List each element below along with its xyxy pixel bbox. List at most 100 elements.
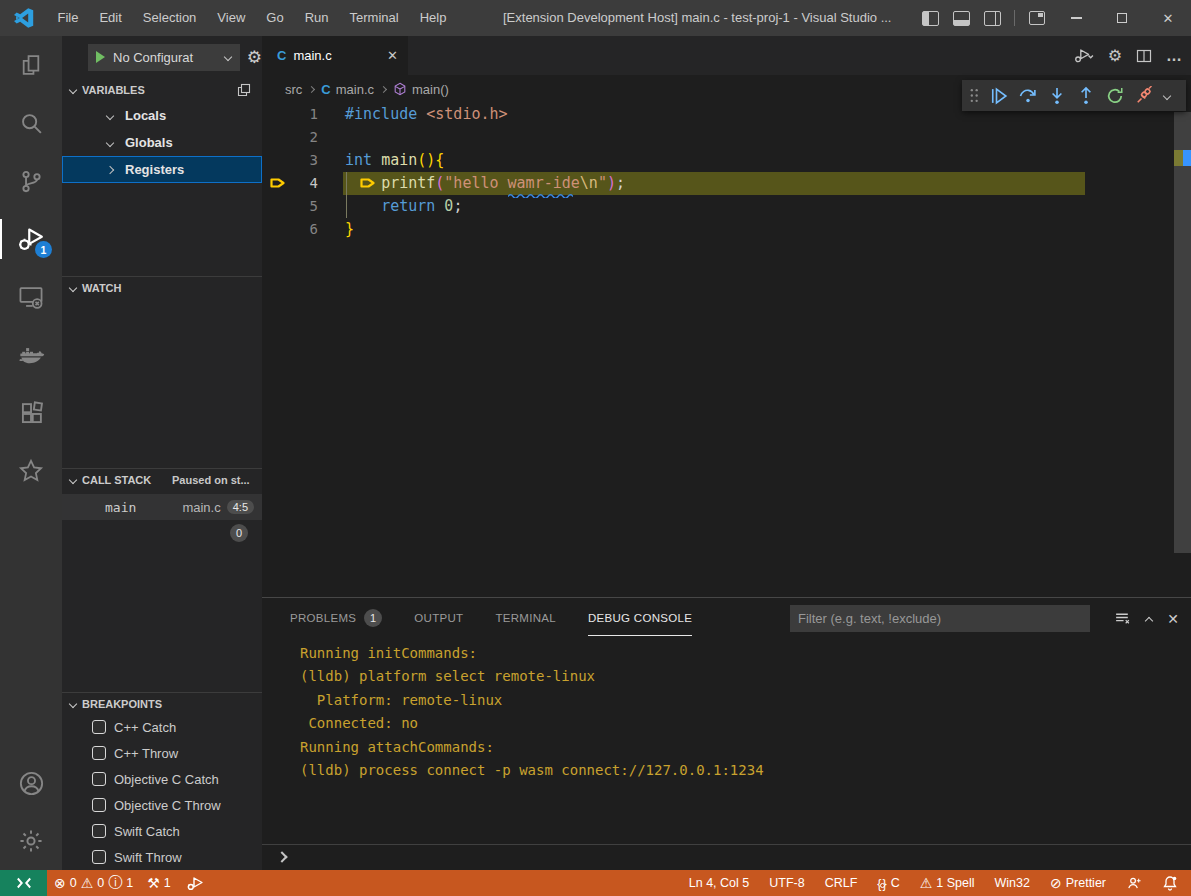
variables-row-registers[interactable]: Registers (62, 156, 262, 183)
breakpoint-row[interactable]: Objective C Catch (62, 766, 262, 792)
customize-layout-icon[interactable] (1029, 11, 1045, 25)
menu-item-terminal[interactable]: Terminal (339, 0, 409, 36)
step-out-button[interactable] (1075, 86, 1097, 106)
breakpoint-checkbox[interactable] (92, 772, 106, 786)
step-into-button[interactable] (1046, 86, 1068, 106)
call-stack-frame-row[interactable]: main main.c 4:5 (62, 494, 262, 520)
formatter-status[interactable]: ⊘Prettier (1040, 870, 1116, 896)
variables-row-globals[interactable]: Globals (62, 129, 262, 156)
source-control-icon[interactable] (0, 152, 62, 210)
disconnect-button[interactable] (1133, 86, 1155, 106)
toolbar-more-chevron-icon[interactable] (1163, 91, 1171, 99)
restart-button[interactable] (1104, 86, 1126, 106)
close-panel-icon[interactable]: ✕ (1167, 611, 1179, 627)
account-icon[interactable] (0, 754, 62, 812)
launch-configuration-dropdown[interactable]: No Configurat (88, 44, 240, 71)
title-bar: FileEditSelectionViewGoRunTerminalHelp [… (0, 0, 1191, 36)
tab-main-c[interactable]: C main.c ✕ (262, 36, 408, 75)
toggle-panel-icon[interactable] (953, 11, 970, 26)
breakpoint-checkbox[interactable] (92, 798, 106, 812)
breakpoint-checkbox[interactable] (92, 824, 106, 838)
run-or-debug-button[interactable] (1072, 46, 1094, 66)
breakpoint-row[interactable]: Objective C Throw (62, 792, 262, 818)
call-stack-section-header[interactable]: CALL STACK Paused on st... (62, 469, 262, 490)
menu-item-view[interactable]: View (207, 0, 256, 36)
panel-tab-problems[interactable]: PROBLEMS1 (290, 598, 382, 638)
watch-section-header[interactable]: WATCH (62, 277, 262, 298)
spell-checker-status[interactable]: ⚠1 Spell (910, 870, 985, 896)
breakpoint-row[interactable]: Swift Catch (62, 818, 262, 844)
continue-button[interactable] (988, 86, 1010, 106)
menu-item-edit[interactable]: Edit (89, 0, 132, 36)
clear-console-icon[interactable] (1114, 610, 1131, 627)
breadcrumb-symbol[interactable]: main() (412, 82, 449, 97)
docker-icon[interactable] (0, 326, 62, 384)
start-debug-icon[interactable] (96, 51, 105, 63)
tools-status[interactable]: ⚒1 (140, 870, 178, 896)
spell-squiggle (508, 193, 573, 198)
debug-settings-gear-icon[interactable]: ⚙ (247, 47, 262, 67)
panel-tab-output[interactable]: OUTPUT (414, 598, 463, 638)
editor-more-actions-icon[interactable]: … (1166, 47, 1183, 65)
info-icon: ⓘ (108, 874, 122, 892)
star-icon[interactable] (0, 442, 62, 500)
debug-console-input[interactable] (262, 844, 1191, 868)
extensions-icon[interactable] (0, 384, 62, 442)
split-editor-icon[interactable] (1136, 48, 1152, 64)
code-line-4: 4 printf("hello wamr-ide\n"); (262, 172, 1191, 195)
encoding-indicator[interactable]: UTF-8 (759, 870, 814, 896)
breadcrumb-file[interactable]: main.c (336, 82, 374, 97)
variables-row-locals[interactable]: Locals (62, 102, 262, 129)
panel-tab-terminal[interactable]: TERMINAL (495, 598, 556, 638)
maximize-panel-icon[interactable] (1145, 616, 1153, 624)
remote-explorer-icon[interactable] (0, 268, 62, 326)
breakpoint-row[interactable]: Swift Throw (62, 844, 262, 870)
notifications-bell-icon[interactable] (1152, 870, 1191, 896)
menu-item-help[interactable]: Help (409, 0, 457, 36)
debug-console-filter-input[interactable] (790, 605, 1090, 632)
overview-ruler-mark (1183, 150, 1191, 166)
breakpoint-row[interactable]: C++ Throw (62, 740, 262, 766)
breakpoint-checkbox[interactable] (92, 746, 106, 760)
editor-settings-gear-icon[interactable]: ⚙ (1108, 46, 1122, 65)
collapse-all-icon[interactable] (236, 82, 252, 98)
platform-indicator[interactable]: Win32 (985, 870, 1040, 896)
minimize-button[interactable] (1053, 0, 1099, 36)
breakpoints-section-header[interactable]: BREAKPOINTS (62, 693, 262, 714)
explorer-icon[interactable] (0, 36, 62, 94)
toggle-sidebar-icon[interactable] (922, 11, 939, 26)
debug-stackframe-gutter-icon (268, 175, 288, 192)
tab-close-icon[interactable]: ✕ (387, 48, 398, 63)
eol-indicator[interactable]: CRLF (815, 870, 868, 896)
window-title: [Extension Development Host] main.c - te… (503, 0, 891, 36)
breakpoint-row[interactable]: C++ Catch (62, 714, 262, 740)
code-line-2: 2 (262, 126, 1191, 149)
panel-tab-debug-console[interactable]: DEBUG CONSOLE (588, 598, 692, 638)
menu-item-file[interactable]: File (47, 0, 89, 36)
settings-gear-icon[interactable] (0, 812, 62, 870)
problems-status[interactable]: ⊗0 ⚠0 ⓘ1 (47, 870, 140, 896)
breakpoint-checkbox[interactable] (92, 720, 106, 734)
toolbar-grip-icon[interactable] (968, 88, 981, 103)
menu-item-selection[interactable]: Selection (132, 0, 206, 36)
language-mode[interactable]: {} C (867, 870, 909, 896)
breadcrumb-folder[interactable]: src (285, 82, 302, 97)
step-over-button[interactable] (1017, 86, 1039, 106)
toggle-secondary-sidebar-icon[interactable] (984, 11, 1001, 26)
search-icon[interactable] (0, 94, 62, 152)
breakpoint-checkbox[interactable] (92, 850, 106, 864)
menu-item-run[interactable]: Run (294, 0, 339, 36)
remote-indicator[interactable] (0, 870, 47, 896)
editor-scrollbar[interactable] (1174, 112, 1191, 553)
close-button[interactable]: ✕ (1145, 0, 1191, 36)
variables-section-header[interactable]: VARIABLES (62, 78, 262, 102)
feedback-icon[interactable] (1116, 870, 1152, 896)
tree-chevron-icon (106, 165, 114, 173)
run-and-debug-icon[interactable]: 1 (0, 210, 62, 268)
menu-item-go[interactable]: Go (256, 0, 294, 36)
maximize-button[interactable] (1099, 0, 1145, 36)
debug-status-icon[interactable] (178, 870, 212, 896)
bottom-panel: PROBLEMS1OUTPUTTERMINALDEBUG CONSOLE ✕ R… (262, 597, 1191, 870)
code-editor[interactable]: 1#include <stdio.h>23int main(){4 printf… (262, 103, 1191, 597)
cursor-position[interactable]: Ln 4, Col 5 (679, 870, 759, 896)
